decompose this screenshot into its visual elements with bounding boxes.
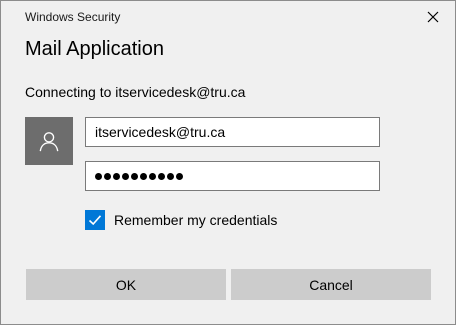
password-dot (167, 172, 174, 180)
password-dot (122, 172, 129, 180)
remember-label[interactable]: Remember my credentials (114, 212, 277, 228)
password-mask (95, 162, 370, 190)
password-dot (113, 172, 120, 180)
password-dot (149, 172, 156, 180)
password-dot (131, 172, 138, 180)
dialog-heading: Mail Application (25, 38, 164, 60)
password-dot (176, 172, 183, 180)
user-icon (39, 132, 59, 152)
connecting-text: Connecting to itservicedesk@tru.ca (25, 84, 246, 100)
ok-button[interactable]: OK (26, 269, 226, 300)
avatar (25, 117, 73, 165)
username-field[interactable]: itservicedesk@tru.ca (85, 117, 380, 147)
close-icon (427, 11, 439, 23)
checkmark-icon (88, 215, 102, 226)
password-dot (158, 172, 165, 180)
password-field[interactable] (85, 161, 380, 191)
security-dialog: Windows Security Mail Application Connec… (0, 0, 456, 325)
window-title: Windows Security (25, 10, 121, 24)
username-value: itservicedesk@tru.ca (95, 124, 226, 140)
password-dot (140, 172, 147, 180)
remember-checkbox[interactable] (85, 210, 105, 230)
close-button[interactable] (423, 7, 443, 27)
password-dot (95, 172, 102, 180)
cancel-button[interactable]: Cancel (231, 269, 431, 300)
password-dot (104, 172, 111, 180)
